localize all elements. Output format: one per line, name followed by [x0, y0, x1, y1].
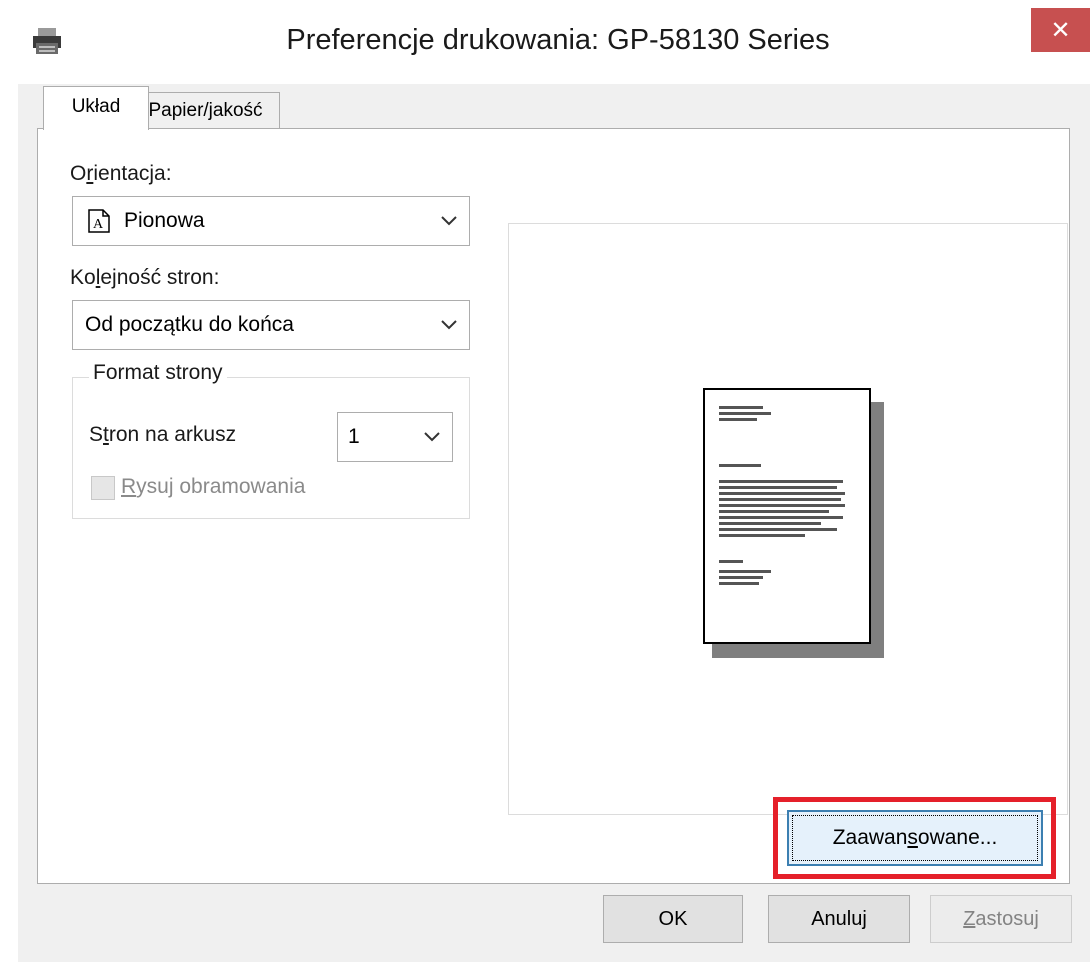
- page-order-label: Kolejność stron:: [70, 266, 220, 289]
- draw-borders-label: Rysuj obramowania: [121, 475, 306, 498]
- apply-button[interactable]: Zastosuj: [930, 895, 1072, 943]
- draw-borders-checkbox[interactable]: [91, 476, 115, 500]
- ok-button-label: OK: [658, 907, 688, 930]
- page-format-title: Format strony: [89, 361, 227, 385]
- chevron-down-icon: [424, 432, 440, 442]
- tab-paper-quality[interactable]: Papier/jakość: [131, 92, 280, 128]
- page-order-dropdown[interactable]: Od początku do końca: [72, 300, 470, 350]
- tab-label: Układ: [71, 95, 121, 117]
- window-title: Preferencje drukowania: GP-58130 Series: [286, 24, 830, 56]
- chevron-down-icon: [441, 320, 457, 330]
- advanced-button[interactable]: Zaawansowane...: [787, 810, 1043, 866]
- orientation-value: Pionowa: [124, 209, 205, 232]
- close-button[interactable]: ✕: [1031, 8, 1090, 52]
- portrait-page-icon: A: [88, 209, 110, 233]
- print-preferences-window: Preferencje drukowania: GP-58130 Series …: [0, 0, 1090, 962]
- svg-text:A: A: [93, 217, 104, 232]
- focus-rectangle: [792, 815, 1038, 861]
- page-preview: [508, 223, 1068, 815]
- cancel-button[interactable]: Anuluj: [768, 895, 910, 943]
- cancel-button-label: Anuluj: [811, 907, 867, 930]
- orientation-label: Orientacja:: [70, 162, 172, 185]
- pages-per-sheet-label: Stron na arkusz: [89, 423, 237, 446]
- close-icon: ✕: [1050, 16, 1071, 44]
- layout-tab-panel: Orientacja: A Pionowa Kolejność stron: O…: [37, 128, 1070, 884]
- chevron-down-icon: [441, 216, 457, 226]
- page-format-group: Format strony Stron na arkusz 1 Rysuj ob…: [72, 361, 470, 519]
- apply-button-label: Zastosuj: [963, 907, 1039, 930]
- tab-label: Papier/jakość: [148, 99, 263, 121]
- page-order-value: Od początku do końca: [85, 313, 294, 336]
- orientation-dropdown[interactable]: A Pionowa: [72, 196, 470, 246]
- tab-layout[interactable]: Układ: [43, 86, 149, 130]
- ok-button[interactable]: OK: [603, 895, 743, 943]
- pages-per-sheet-value: 1: [348, 425, 360, 448]
- title-bar[interactable]: Preferencje drukowania: GP-58130 Series …: [0, 0, 1090, 84]
- page-preview-sheet: [703, 388, 871, 644]
- pages-per-sheet-dropdown[interactable]: 1: [337, 412, 453, 462]
